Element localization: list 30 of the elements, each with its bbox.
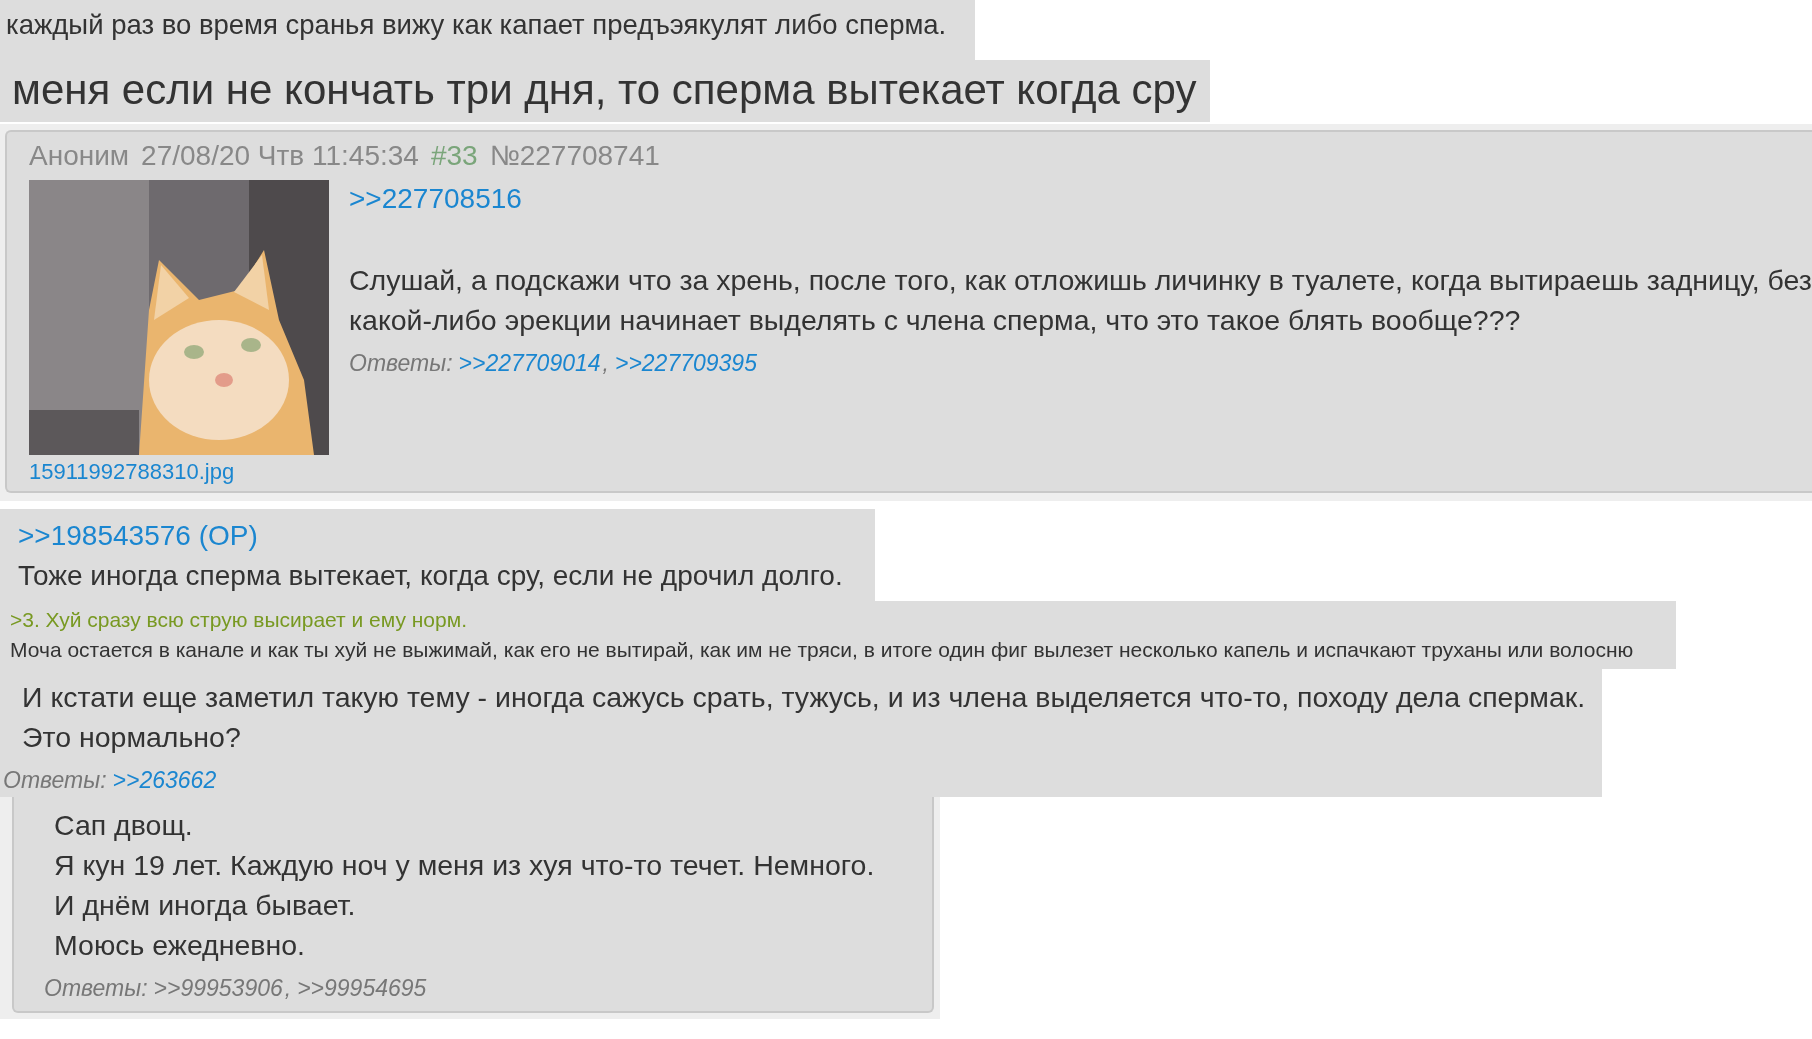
post-text: Моюсь ежедневно. [54,928,306,963]
reply-link[interactable]: >>99954695 [297,971,427,1005]
replies-label: Ответы: [44,974,148,1003]
post-text: И кстати еще заметил такую тему - иногда сажусь срать, тужусь, и из члена выделяется что-то, походу дела спермак. [22,680,1587,715]
post-text: Слушай, а подскажи что за хрень, после того, как отложишь личинку в туалете, когда вытираешь задницу, без [349,263,1812,298]
reply-link[interactable]: >>227709395 [614,346,757,380]
post-text: меня если не кончать три дня, то сперма вытекает когда сру [12,65,1198,115]
quote-text: >3. Хуй сразу всю струю высирает и ему норм. [10,607,468,633]
post-text: Тоже иногда сперма вытекает, когда сру, если не дрочил долго. [18,559,844,593]
post-text: какой-либо эрекции начинает выделять с члена сперма, что это такое блять вообще??? [349,303,1522,338]
post-index: #33 [430,139,478,173]
file-link[interactable]: 15911992788310.jpg [29,459,329,485]
reply-link[interactable]: >>227709014 [458,346,601,380]
post-text: И днём иногда бывает. [54,888,357,923]
post-text: каждый раз во время сранья вижу как капает предъэякулят либо сперма. [6,8,948,42]
post-text: Это нормально? [22,720,242,755]
post-number: №227708741 [489,139,660,173]
comma-separator: , [284,974,292,1003]
quote-link[interactable]: >>198543576 (OP) [18,517,258,555]
comma-separator: , [602,349,609,378]
post-author: Аноним [29,139,130,173]
post-text: Я кун 19 лет. Каждую ноч у меня из хуя что-то течет. Немного. [54,848,876,883]
replies-label: Ответы: [3,766,107,795]
quote-link[interactable]: >>227708516 [349,180,522,218]
replies-label: Ответы: [349,349,453,378]
reply-link[interactable]: >>99953906 [153,971,283,1005]
post-text: Сап двощ. [54,808,194,843]
post-date: 27/08/20 Чтв 11:45:34 [141,139,419,173]
reply-link[interactable]: >>263662 [112,763,217,797]
post-text: Моча остается в канале и как ты хуй не выжимай, как его не вытирай, как им не тряси, в итоге один фиг вылезет несколько капель и испачкают труханы или волосню [10,637,1635,663]
